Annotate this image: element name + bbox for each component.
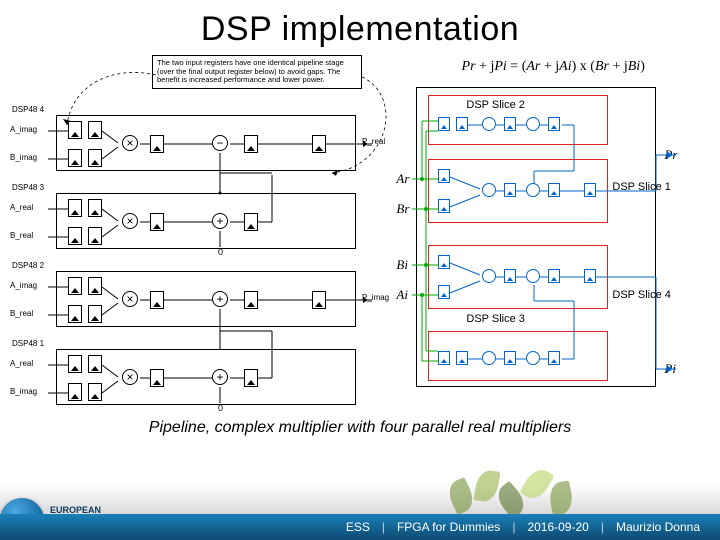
footer-org: ESS bbox=[340, 520, 376, 534]
wires-block-1: 0 bbox=[12, 55, 392, 415]
eq-plusj2: + j bbox=[540, 59, 559, 74]
footer-date: 2016-09-20 bbox=[521, 520, 594, 534]
eq-bi: Bi bbox=[628, 59, 640, 74]
footer-doc: FPGA for Dummies bbox=[391, 520, 506, 534]
slide: DSP implementation The two input registe… bbox=[0, 0, 720, 540]
caption: Pipeline, complex multiplier with four p… bbox=[0, 419, 720, 437]
eq-plusj3: + j bbox=[609, 59, 628, 74]
slide-title: DSP implementation bbox=[0, 0, 720, 49]
equation: Pr + jPi = (Ar + jAi) x (Br + jBi) bbox=[398, 59, 708, 75]
eq-plusj1: + j bbox=[476, 59, 495, 74]
left-diagram: The two input registers have one identic… bbox=[12, 55, 390, 415]
eq-close: ) bbox=[640, 59, 645, 74]
eq-br: Br bbox=[595, 59, 609, 74]
sep-icon: | bbox=[595, 520, 610, 534]
eq-pr: Pr bbox=[462, 59, 476, 74]
footer: ess EUROPEAN SPALLATION SOURCE ESS| FPGA… bbox=[0, 476, 720, 540]
right-schematic: DSP Slice 2 DSP Slice 1 Pr bbox=[398, 81, 708, 401]
sep-icon: | bbox=[506, 520, 521, 534]
footer-shadow bbox=[0, 484, 720, 514]
eq-pi: Pi bbox=[494, 59, 506, 74]
svg-text:0: 0 bbox=[218, 403, 223, 413]
footer-bar: ESS| FPGA for Dummies| 2016-09-20| Mauri… bbox=[0, 514, 720, 540]
eq-ar: Ar bbox=[526, 59, 540, 74]
sep-icon: | bbox=[376, 520, 391, 534]
footer-leaves-deco bbox=[450, 462, 600, 522]
footer-author: Maurizio Donna bbox=[610, 520, 706, 534]
eq-eq: = ( bbox=[507, 59, 527, 74]
content-area: The two input registers have one identic… bbox=[0, 49, 720, 415]
right-diagram: Pr + jPi = (Ar + jAi) x (Br + jBi) DSP S… bbox=[398, 55, 708, 415]
eq-ai: Ai bbox=[559, 59, 571, 74]
eq-x: ) x ( bbox=[572, 59, 595, 74]
right-wires bbox=[398, 81, 698, 401]
